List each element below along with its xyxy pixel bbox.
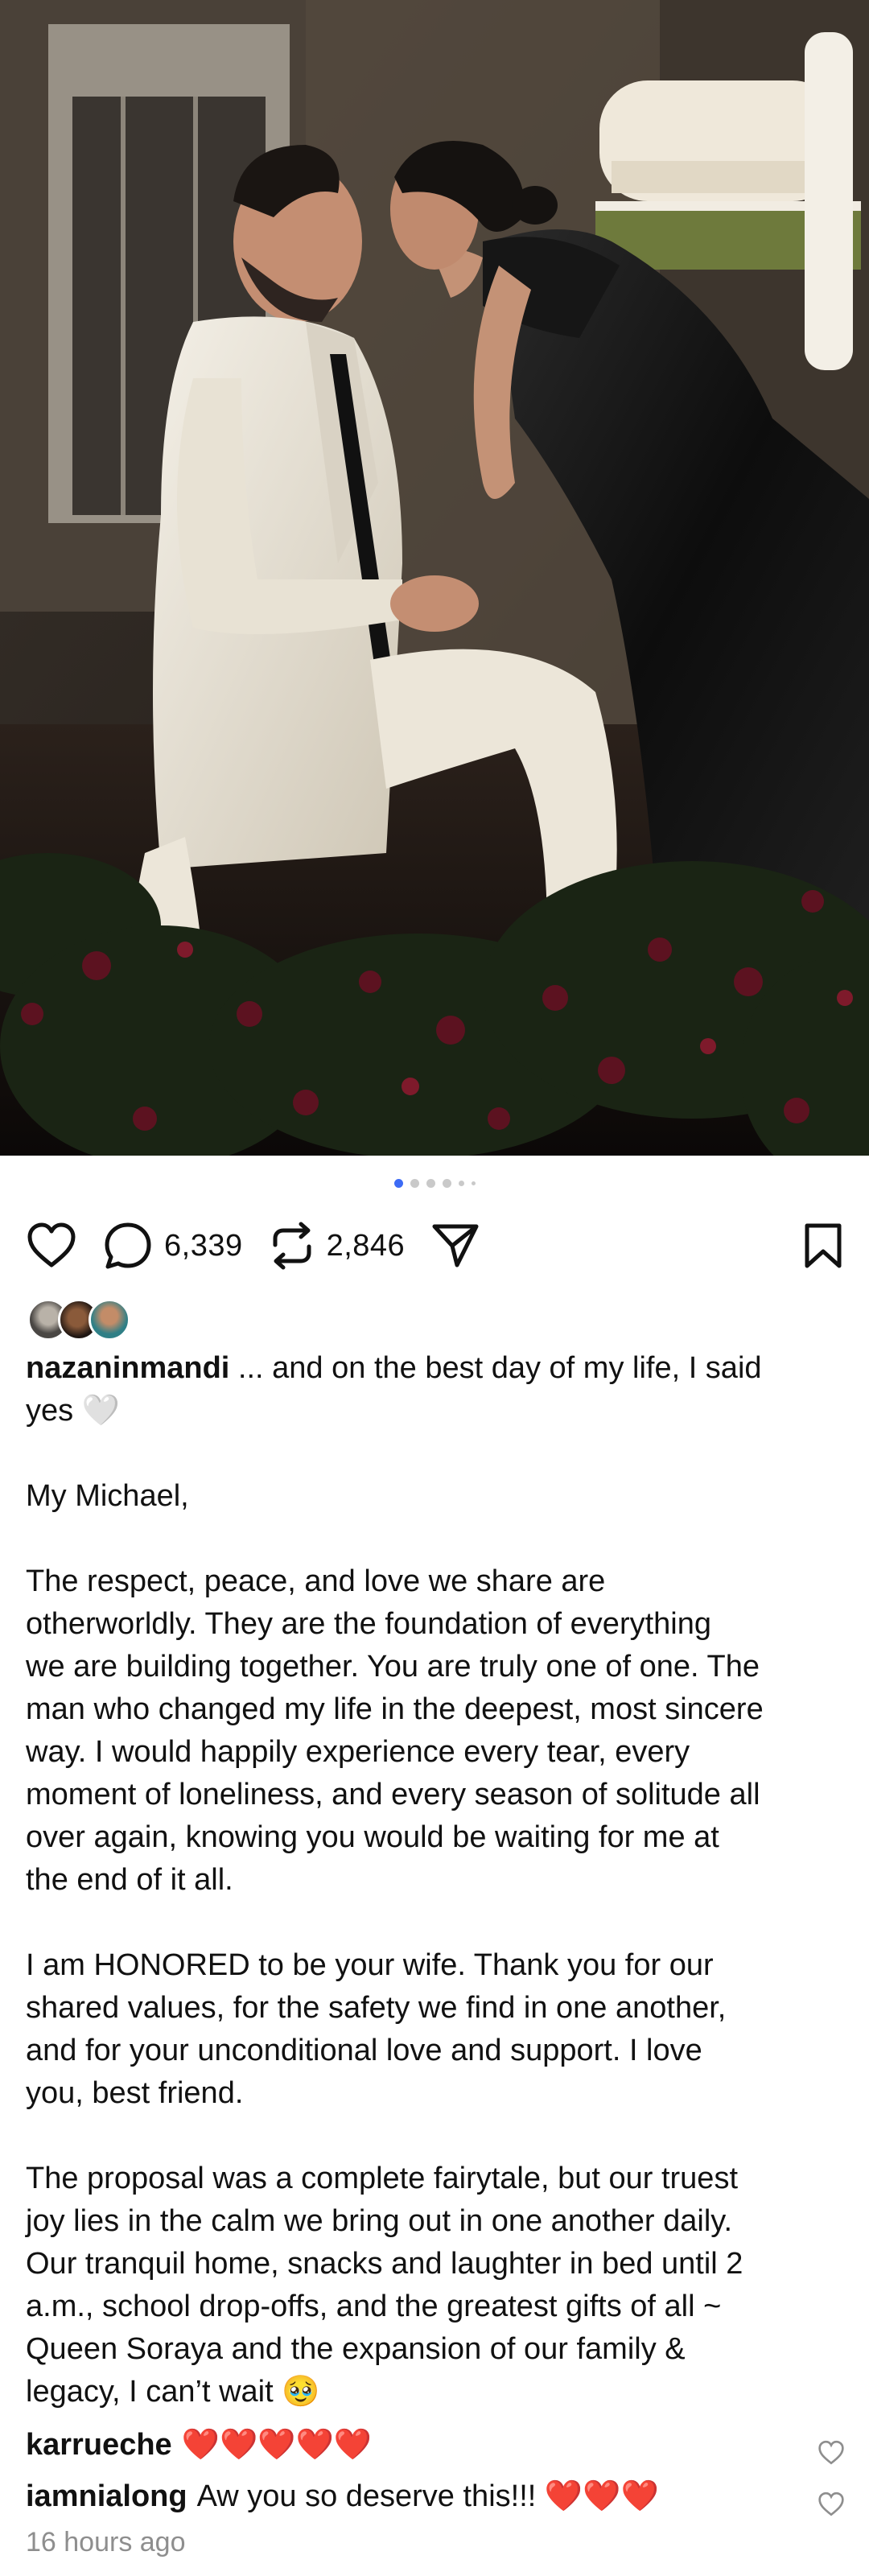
carousel-dot — [471, 1181, 476, 1185]
carousel-dot — [410, 1179, 419, 1188]
repost-button[interactable]: 2,846 — [269, 1221, 406, 1271]
heart-outline-icon — [818, 2492, 844, 2516]
comment-count: 6,339 — [164, 1228, 243, 1263]
caption-username[interactable]: nazaninmandi — [26, 1351, 229, 1385]
avatar — [89, 1299, 130, 1341]
comment-like-button[interactable] — [818, 2485, 845, 2530]
comment-like-button[interactable] — [818, 2434, 845, 2479]
post-caption: nazaninmandi ... and on the best day of … — [26, 1347, 838, 2413]
comment-bubble-icon — [103, 1221, 153, 1271]
heart-outline-icon — [26, 1222, 77, 1270]
heart-outline-icon — [818, 2440, 844, 2465]
comment-item: karrueche ❤️❤️❤️❤️❤️ — [26, 2422, 844, 2467]
paper-plane-icon — [430, 1222, 480, 1270]
liked-by-avatars[interactable] — [27, 1299, 130, 1341]
proposal-photo-illustration — [0, 0, 869, 1156]
save-button[interactable] — [803, 1222, 843, 1269]
comment-button[interactable]: 6,339 — [103, 1221, 243, 1271]
carousel-dot-active — [393, 1179, 403, 1188]
carousel-dot — [442, 1179, 451, 1188]
carousel-indicator — [0, 1179, 869, 1188]
carousel-dot — [426, 1179, 435, 1188]
carousel-dot — [458, 1181, 464, 1186]
repost-icon — [269, 1221, 315, 1271]
caption-text: ... and on the best day of my life, I sa… — [26, 1351, 764, 2409]
post-action-bar: 6,339 2,846 — [26, 1215, 843, 1276]
repost-count: 2,846 — [326, 1228, 406, 1263]
comment-username[interactable]: karrueche — [26, 2422, 172, 2467]
comment-text: Aw you so deserve this!!! ❤️❤️❤️ — [196, 2479, 659, 2513]
post-timestamp: 16 hours ago — [26, 2527, 186, 2557]
comment-item: iamnialong Aw you so deserve this!!! ❤️❤… — [26, 2474, 844, 2519]
comment-username[interactable]: iamnialong — [26, 2474, 187, 2519]
post-photo[interactable] — [0, 0, 869, 1156]
share-button[interactable] — [430, 1222, 480, 1270]
bookmark-icon — [803, 1222, 843, 1269]
like-button[interactable] — [26, 1222, 77, 1270]
comment-text: ❤️❤️❤️❤️❤️ — [181, 2428, 373, 2462]
